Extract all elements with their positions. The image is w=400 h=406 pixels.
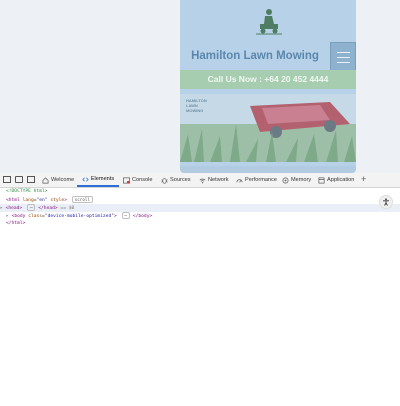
body-node[interactable]: ▸ <body class="device-mobile-optimized">… [6,212,152,221]
selected-marker: == $0 [60,206,75,211]
html-close-node: </html> [6,220,25,228]
accessibility-button[interactable] [379,195,393,209]
html-tag: html [8,198,20,203]
hero-logo-text: HAMILTON LAWN MOWING [186,98,207,113]
tab-label: Performance [245,177,278,183]
tab-memory[interactable]: Memory [282,173,311,187]
memory-icon [282,177,289,183]
head-collapsed[interactable]: ⋯ [26,204,36,211]
wifi-icon [199,178,206,183]
devtools-tabbar: Welcome Elements Console Sources Network… [0,173,400,188]
lawn-mower-logo-icon [256,9,282,35]
mobile-bottom-bar [180,166,356,173]
style-attr: style [50,198,65,203]
tab-welcome[interactable]: Welcome [42,173,74,187]
lang-value: "en" [36,198,48,203]
devtools-panel: Welcome Elements Console Sources Network… [0,173,400,406]
dom-tree: <!DOCTYPE html> <html lang="en" style> s… [0,188,400,248]
tab-label: Elements [90,176,115,182]
call-us-bar[interactable]: Call Us Now : +64 20 452 4444 [180,70,356,89]
mobile-preview: Hamilton Lawn Mowing Call Us Now : +64 2… [180,0,356,173]
gauge-icon [236,178,243,182]
tab-console[interactable]: Console [123,173,153,187]
class-value: "device-mobile-optimized" [44,214,114,219]
tab-label: Application [327,177,355,183]
class-attr: class [28,214,43,219]
tab-label: Memory [291,177,312,183]
application-icon [318,177,325,183]
html-close-tag: </html> [6,221,26,226]
expand-arrow-icon[interactable]: ▸ [6,214,9,219]
page-viewport: Hamilton Lawn Mowing Call Us Now : +64 2… [0,0,400,173]
doctype-text: <!DOCTYPE html> [6,189,48,194]
tab-application[interactable]: Application [318,173,354,187]
code-icon [82,176,89,182]
tab-label: Console [132,177,153,183]
bug-icon [161,177,168,184]
lang-attr: lang [22,198,34,203]
site-title: Hamilton Lawn Mowing [191,50,319,62]
expand-arrow-icon[interactable]: ▸ [0,206,3,211]
tab-sources[interactable]: Sources [161,173,191,187]
tab-label: Network [208,177,229,183]
body-collapsed[interactable]: ⋯ [121,212,131,219]
tab-label: Welcome [51,177,75,183]
inspect-icon[interactable] [15,176,23,183]
more-tools-button[interactable]: + [361,174,366,184]
body-close-tag: </body> [132,214,153,219]
tab-network[interactable]: Network [199,173,229,187]
doctype-node[interactable]: <!DOCTYPE html> [6,188,48,196]
accessibility-icon [383,198,389,206]
dock-icon[interactable] [27,176,35,183]
hamburger-menu-button[interactable] [330,42,356,71]
tab-elements[interactable]: Elements [77,173,119,187]
body-tag: body [14,214,26,219]
head-close-tag: </head> [38,206,58,211]
tab-performance[interactable]: Performance [236,173,277,187]
scroll-badge[interactable]: scroll [71,196,93,203]
head-tag: <head> [5,206,23,211]
tab-label: Sources [170,177,191,183]
device-emulation-icon[interactable] [3,176,11,183]
console-icon [123,177,130,184]
home-icon [42,176,49,183]
